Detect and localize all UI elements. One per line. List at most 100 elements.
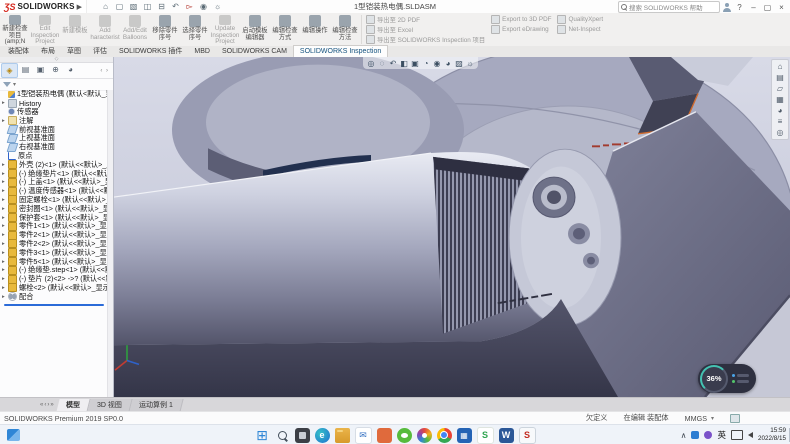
volume-icon[interactable]: [748, 432, 753, 438]
close-button[interactable]: ×: [776, 3, 787, 12]
taskbar-app-icon[interactable]: S: [519, 427, 536, 444]
ribbon-button[interactable]: 编辑操作: [300, 13, 330, 46]
menu-expand-arrow-icon[interactable]: ▶: [77, 3, 82, 11]
onedrive-tray-icon[interactable]: [691, 431, 699, 439]
new-file-icon[interactable]: ▢: [113, 1, 126, 12]
assembly-model-canvas[interactable]: [113, 57, 790, 397]
hide-show-items-icon[interactable]: ◉: [432, 59, 442, 68]
help-button[interactable]: ?: [734, 3, 745, 12]
view-palette-icon[interactable]: ▦: [776, 95, 784, 104]
export-button[interactable]: Net-Inspect: [557, 25, 603, 34]
ribbon-button[interactable]: Edit Inspection Project: [30, 13, 60, 46]
ribbon-tab[interactable]: 装配体: [2, 46, 35, 57]
taskbar-app-icon[interactable]: [275, 428, 290, 443]
ribbon-button[interactable]: 编辑检查方式: [270, 13, 300, 46]
recorder-badge[interactable]: 36%: [698, 364, 756, 393]
featuremanager-tree-tab[interactable]: ◈: [1, 63, 18, 78]
forum-icon[interactable]: ◎: [777, 128, 784, 137]
restore-button[interactable]: ▢: [762, 3, 773, 12]
export-button[interactable]: QualityXpert: [557, 15, 603, 24]
filter-caret-icon[interactable]: ▾: [13, 81, 16, 88]
export-button[interactable]: Export to 3D PDF: [491, 15, 551, 24]
previous-view-icon[interactable]: ↶: [388, 59, 398, 68]
dimxpert-manager-tab[interactable]: ⊕: [48, 63, 63, 76]
appearances-tab[interactable]: ◕: [63, 63, 78, 76]
ribbon-tab[interactable]: SOLIDWORKS CAM: [216, 46, 293, 57]
options-gear-icon[interactable]: ☼: [211, 1, 224, 12]
select-arrow-icon[interactable]: ▻: [183, 1, 196, 12]
custom-properties-icon[interactable]: ≡: [778, 117, 783, 126]
save-icon[interactable]: ◫: [141, 1, 154, 12]
appearances-scenes-icon[interactable]: ◕: [778, 106, 783, 115]
tab-nav-arrow[interactable]: »: [50, 402, 53, 408]
tray-chevron-icon[interactable]: ∧: [681, 431, 687, 440]
design-library-icon[interactable]: ▤: [776, 73, 784, 82]
unit-caret-icon[interactable]: ▾: [711, 415, 714, 422]
propertymanager-tab[interactable]: ▤: [18, 63, 33, 76]
zoom-fit-icon[interactable]: ◎: [366, 59, 376, 68]
document-tab[interactable]: 3D 视图: [87, 399, 132, 412]
taskbar-app-icon[interactable]: [377, 428, 392, 443]
taskbar-app-icon[interactable]: [437, 428, 452, 443]
apply-scene-icon[interactable]: ▨: [454, 59, 464, 68]
taskbar-app-icon[interactable]: [417, 428, 432, 443]
ribbon-button[interactable]: 新建检查项目 (amp;N: [0, 13, 30, 46]
open-file-icon[interactable]: ▧: [127, 1, 140, 12]
section-view-icon[interactable]: ◧: [399, 59, 409, 68]
edit-appearance-icon[interactable]: ◕: [443, 59, 453, 68]
taskbar-app-icon[interactable]: ▦: [457, 428, 472, 443]
taskbar-app-icon[interactable]: S: [477, 427, 494, 444]
taskbar-app-icon[interactable]: e: [315, 428, 330, 443]
filter-funnel-icon[interactable]: [3, 82, 11, 87]
tab-nav-arrow[interactable]: «: [40, 402, 43, 408]
tray-app-icon[interactable]: [704, 431, 712, 439]
ribbon-tab[interactable]: 评估: [87, 46, 113, 57]
file-explorer-icon[interactable]: ▱: [777, 84, 783, 93]
feature-tree-item[interactable]: ▸ 螺栓<2> (默认<<默认>_显示状态: [0, 284, 108, 293]
ribbon-tab[interactable]: SOLIDWORKS Inspection: [293, 45, 388, 57]
configuration-manager-tab[interactable]: ▣: [33, 63, 48, 76]
view-orientation-icon[interactable]: ▣: [410, 59, 420, 68]
rollback-bar[interactable]: [4, 304, 104, 306]
ribbon-button[interactable]: 选择零件序号: [180, 13, 210, 46]
tab-nav-arrow[interactable]: ›: [47, 402, 49, 408]
taskbar-app-icon[interactable]: [335, 428, 350, 443]
feature-tree-item[interactable]: 传感器: [0, 108, 108, 117]
taskbar-app-icon[interactable]: ⊞: [255, 428, 270, 443]
taskbar-app-icon[interactable]: [397, 428, 412, 443]
recorder-control[interactable]: [737, 374, 749, 377]
solidworks-resources-icon[interactable]: ⌂: [778, 62, 783, 71]
ribbon-button[interactable]: 移除零件序号: [150, 13, 180, 46]
view-settings-icon[interactable]: ☼: [465, 59, 475, 68]
ribbon-button[interactable]: Update Inspection Project: [210, 13, 240, 46]
solidworks-logo[interactable]: ƷS SOLIDWORKS ▶: [0, 0, 87, 13]
display-style-icon[interactable]: ◔: [421, 59, 431, 68]
taskbar-app-icon[interactable]: [295, 428, 310, 443]
ribbon-button[interactable]: Add/Edit Balloons: [120, 13, 150, 46]
ribbon-button[interactable]: Add Characteristic: [90, 13, 120, 46]
undo-icon[interactable]: ↶: [169, 1, 182, 12]
ribbon-tab[interactable]: 草图: [61, 46, 87, 57]
document-tab[interactable]: 运动算例 1: [129, 399, 183, 412]
document-tab[interactable]: 模型: [56, 399, 90, 412]
zoom-area-icon[interactable]: ◌: [377, 59, 387, 68]
status-tag-icon[interactable]: [730, 414, 740, 423]
unit-system[interactable]: MMGS: [685, 414, 707, 423]
ribbon-button[interactable]: 编辑检查方法: [330, 13, 360, 46]
feature-tree-item[interactable]: 1型铠装热电偶 (默认<默认_显示状态-1>: [0, 90, 108, 99]
export-button[interactable]: Export eDrawing: [491, 25, 551, 34]
export-button[interactable]: 导出至 2D PDF: [366, 15, 485, 24]
taskbar-app-icon[interactable]: W: [499, 428, 514, 443]
help-search-input[interactable]: 搜索 SOLIDWORKS 帮助: [618, 1, 720, 13]
login-user-icon[interactable]: [723, 3, 731, 12]
ribbon-tab[interactable]: SOLIDWORKS 插件: [113, 46, 188, 57]
export-button[interactable]: 导出至 Excel: [366, 25, 485, 34]
home-icon[interactable]: ⌂: [99, 1, 112, 12]
graphics-viewport[interactable]: ◎ ◌ ↶ ◧ ▣ ◔ ◉ ◕ ▨ ☼: [113, 57, 790, 397]
recorder-control[interactable]: [737, 380, 749, 383]
taskbar-clock[interactable]: 15:59 2022/8/15: [758, 427, 786, 443]
phone-link-icon[interactable]: [731, 430, 743, 440]
feature-tree-item[interactable]: ▸ 配合: [0, 292, 108, 301]
minimize-button[interactable]: –: [748, 3, 759, 12]
ribbon-tab[interactable]: MBD: [188, 46, 216, 57]
